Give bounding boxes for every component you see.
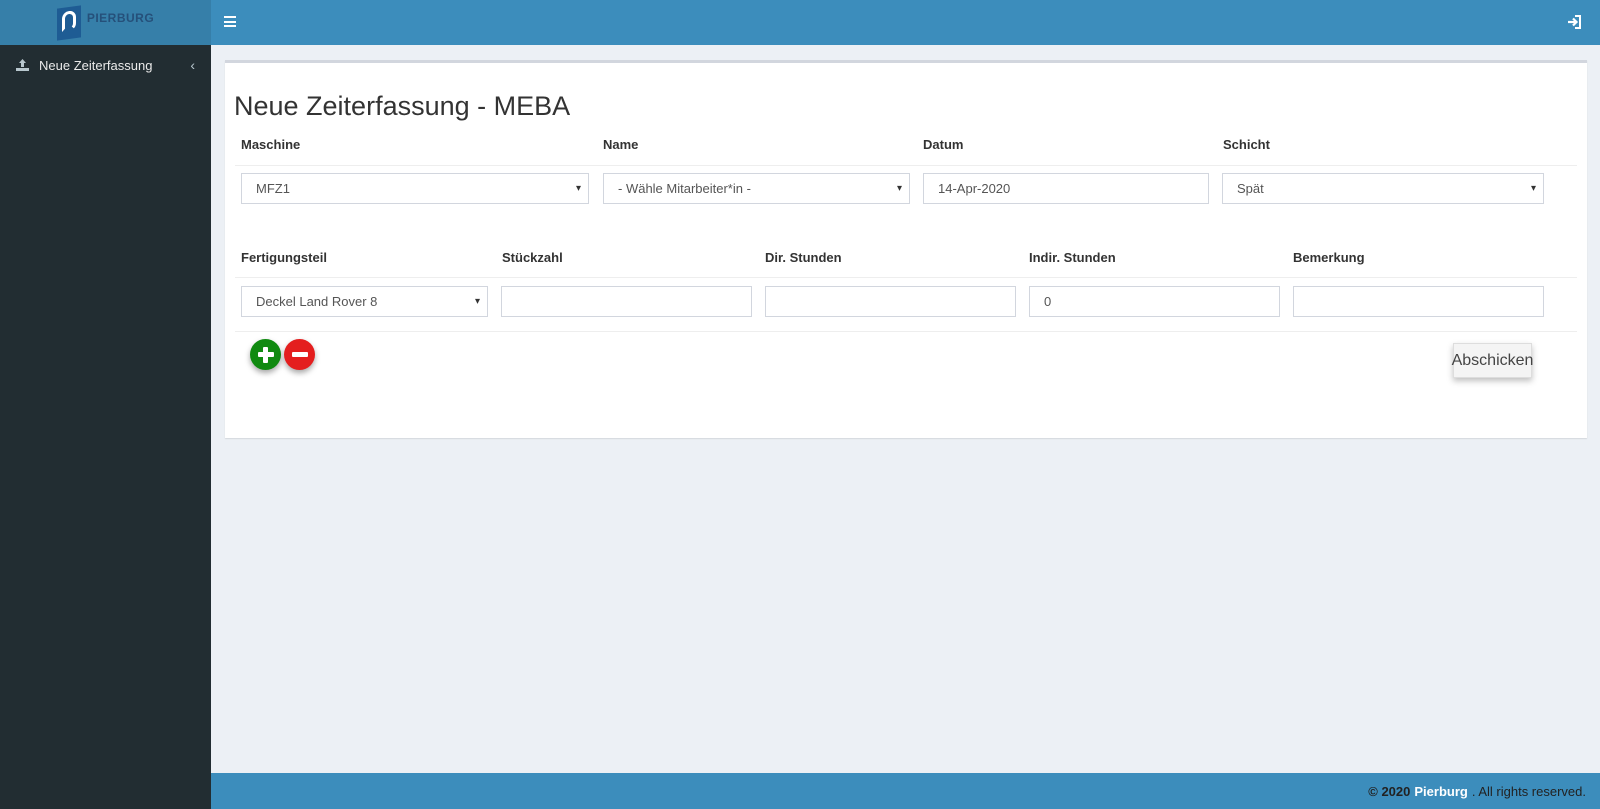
schicht-label: Schicht xyxy=(1223,137,1270,152)
logo-text: PIERBURG xyxy=(86,10,155,25)
name-value: - Wähle Mitarbeiter*in - xyxy=(618,181,751,196)
add-row-button[interactable] xyxy=(250,339,281,370)
dir-stunden-input-field[interactable] xyxy=(780,294,1001,309)
pierburg-logo-icon xyxy=(56,4,81,41)
maschine-select[interactable]: MFZ1 xyxy=(241,173,589,204)
upload-icon xyxy=(16,59,30,71)
name-select[interactable]: - Wähle Mitarbeiter*in - xyxy=(603,173,910,204)
minus-icon xyxy=(291,352,308,357)
maschine-value: MFZ1 xyxy=(256,181,290,196)
fertigungsteil-select[interactable]: Deckel Land Rover 8 xyxy=(241,286,488,317)
footer-brand-link[interactable]: Pierburg xyxy=(1414,784,1467,799)
hamburger-icon[interactable] xyxy=(224,16,236,27)
name-label: Name xyxy=(603,137,639,152)
bemerkung-label: Bemerkung xyxy=(1293,250,1365,265)
sidebar-item-label: Neue Zeiterfassung xyxy=(39,57,153,73)
remove-row-button[interactable] xyxy=(284,339,315,370)
footer-copyright: © 2020 xyxy=(1368,783,1411,799)
sidebar: PIERBURG Neue Zeiterfassung ‹ xyxy=(0,0,211,809)
indir-stunden-input-field[interactable] xyxy=(1044,294,1265,309)
divider xyxy=(235,165,1577,166)
fertigungsteil-value: Deckel Land Rover 8 xyxy=(256,294,378,309)
fertigungsteil-label: Fertigungsteil xyxy=(241,250,327,265)
footer: © 2020 Pierburg . All rights reserved. xyxy=(211,773,1600,809)
pierburg-logo: PIERBURG xyxy=(56,4,155,41)
bemerkung-input-field[interactable] xyxy=(1308,294,1529,309)
sign-in-icon[interactable] xyxy=(1566,14,1582,30)
divider xyxy=(235,331,1577,332)
stueckzahl-input-field[interactable] xyxy=(516,294,737,309)
page-title: Neue Zeiterfassung - MEBA xyxy=(234,91,571,121)
datum-field[interactable]: 14-Apr-2020 xyxy=(923,173,1209,204)
top-navbar xyxy=(211,0,1600,45)
form-box: Neue Zeiterfassung - MEBA Maschine Name … xyxy=(225,60,1587,438)
dir-stunden-label: Dir. Stunden xyxy=(765,250,842,265)
schicht-select[interactable]: Spät xyxy=(1222,173,1544,204)
indir-stunden-input[interactable] xyxy=(1029,286,1280,317)
chevron-left-icon: ‹ xyxy=(190,57,195,73)
sidebar-item-neue-zeiterfassung[interactable]: Neue Zeiterfassung ‹ xyxy=(0,45,211,85)
bemerkung-input[interactable] xyxy=(1293,286,1544,317)
indir-stunden-label: Indir. Stunden xyxy=(1029,250,1116,265)
schicht-value: Spät xyxy=(1237,181,1264,196)
divider xyxy=(235,277,1577,278)
submit-button[interactable]: Abschicken xyxy=(1452,343,1533,378)
datum-value: 14-Apr-2020 xyxy=(938,181,1011,196)
dir-stunden-input[interactable] xyxy=(765,286,1016,317)
datum-label: Datum xyxy=(923,137,964,152)
maschine-label: Maschine xyxy=(241,137,301,152)
stueckzahl-input[interactable] xyxy=(501,286,752,317)
stueckzahl-label: Stückzahl xyxy=(502,250,563,265)
footer-rights: . All rights reserved. xyxy=(1471,783,1586,799)
logo-area[interactable]: PIERBURG xyxy=(0,0,211,45)
